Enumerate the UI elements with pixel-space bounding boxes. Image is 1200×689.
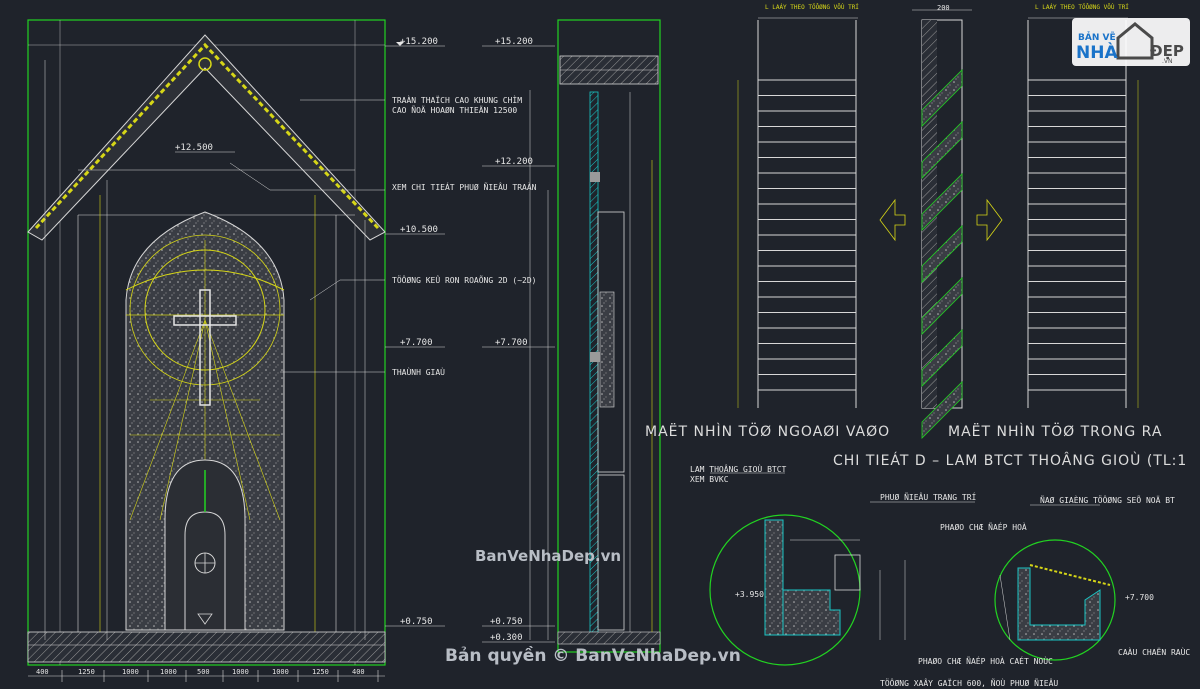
svg-text:PHUØ ÑIEÂU TRANG TRÍ: PHUØ ÑIEÂU TRANG TRÍ: [880, 491, 977, 502]
watermark-site: BanVeNhaDep.vn: [475, 547, 621, 565]
svg-text:CAÀU CHAËN RAÙC: CAÀU CHAËN RAÙC: [1118, 646, 1190, 657]
elevation-mark: +0.750: [482, 617, 555, 627]
cad-drawing-canvas: +15.200 +12.500 +10.500 +7.700 +0.750 40…: [27, 3, 1190, 688]
elevation-mark: +15.200: [482, 37, 555, 47]
detail-title: CHI TIEÁT D – LAM BTCT THOÂNG GIOÙ (TL:1: [833, 451, 1187, 469]
svg-text:LAM THOÂNG GIOÙ BTCT: LAM THOÂNG GIOÙ BTCT: [690, 463, 787, 474]
svg-text:+12.200: +12.200: [495, 157, 533, 167]
svg-text:+10.500: +10.500: [400, 225, 438, 235]
svg-text:+15.200: +15.200: [495, 37, 533, 47]
lattice-outside-view: L LAÁY THEO TÖÔØNG VÔÙ TRÍ: [737, 3, 906, 408]
view-title-outside: MAËT NHÌN TÖØ NGOAØI VAØO: [645, 422, 890, 440]
svg-text:XEM CHI TIEÁT PHUØ ÑIEÂU TRAÀN: XEM CHI TIEÁT PHUØ ÑIEÂU TRAÀN: [392, 181, 537, 192]
facade-elevation: +15.200 +12.500 +10.500 +7.700 +0.750 40…: [27, 19, 445, 682]
dimension-label: 1250: [312, 668, 329, 676]
elevation-mark: +12.200: [482, 157, 555, 167]
svg-text:PHAØO CHÆ ÑAÉP HOÀ: PHAØO CHÆ ÑAÉP HOÀ: [940, 521, 1027, 532]
svg-text:+0.300: +0.300: [490, 633, 523, 643]
svg-text:CAO ÑOÄ HOAØN THIEÄN 12500: CAO ÑOÄ HOAØN THIEÄN 12500: [392, 105, 517, 115]
svg-text:TÖÔØNG XAÂY GAÏCH 600, ÑOÙ PHU: TÖÔØNG XAÂY GAÏCH 600, ÑOÙ PHUØ ÑIEÂU: [880, 677, 1058, 688]
elevation-mark: +15.200: [385, 37, 445, 47]
svg-text:200: 200: [937, 4, 950, 12]
svg-text:.VN: .VN: [1162, 58, 1173, 65]
elevation-mark: +7.700: [482, 338, 555, 348]
detail-callout-left: +3.950 LAM THOÂNG GIOÙ BTCT XEM BVKC PHU…: [690, 463, 977, 666]
dimension-label: 400: [352, 668, 365, 676]
dimension-label: 1000: [160, 668, 177, 676]
svg-text:XEM BVKC: XEM BVKC: [690, 475, 729, 484]
svg-text:NHÀ: NHÀ: [1076, 41, 1118, 63]
svg-text:TRAÀN THAÏCH CAO KHUNG CHÌM: TRAÀN THAÏCH CAO KHUNG CHÌM: [392, 94, 522, 105]
svg-text:PHAØO CHÆ ÑAÉP HOÀ CAÉT NOÙC: PHAØO CHÆ ÑAÉP HOÀ CAÉT NOÙC: [918, 655, 1053, 666]
svg-text:TÖÔØNG KEÛ RON ROAÕNG 2D (~2D): TÖÔØNG KEÛ RON ROAÕNG 2D (~2D): [392, 274, 537, 285]
dimension-label: 1000: [122, 668, 139, 676]
dimension-label: 400: [36, 668, 49, 676]
elevation-mark: +0.300: [482, 633, 555, 643]
svg-text:+12.500: +12.500: [175, 143, 213, 153]
svg-text:+0.750: +0.750: [400, 617, 433, 627]
view-title-inside: MAËT NHÌN TÖØ TRONG RA: [948, 422, 1162, 440]
svg-text:+0.750: +0.750: [490, 617, 523, 627]
site-logo: BẢN VẼ NHÀ ĐẸP .VN: [1072, 18, 1190, 66]
dimension-label: 1000: [272, 668, 289, 676]
lattice-section-view: 200: [912, 4, 1003, 439]
svg-text:BẢN VẼ: BẢN VẼ: [1078, 31, 1116, 43]
svg-text:+7.700: +7.700: [400, 338, 433, 348]
dimension-label: 1000: [232, 668, 249, 676]
svg-text:+15.200: +15.200: [400, 37, 438, 47]
svg-text:L LAÁY THEO TÖÔØNG VÔÙ TRÍ: L LAÁY THEO TÖÔØNG VÔÙ TRÍ: [1035, 3, 1129, 11]
watermark-copyright: Bản quyền © BanVeNhaDep.vn: [445, 645, 741, 666]
svg-text:ÑAØ GIAÈNG TÖÔØNG SEÕ NOÄ BT: ÑAØ GIAÈNG TÖÔØNG SEÕ NOÄ BT: [1040, 494, 1175, 505]
elevation-mark: +0.750: [385, 617, 445, 627]
elevation-mark: +10.500: [385, 225, 445, 235]
bottom-dimension-chain: 400 1250 1000 1000 500 1000 1000 1250 400: [36, 668, 379, 682]
svg-text:L LAÁY THEO TÖÔØNG VÔÙ TRÍ: L LAÁY THEO TÖÔØNG VÔÙ TRÍ: [765, 3, 859, 11]
svg-text:+7.700: +7.700: [495, 338, 528, 348]
detail-callout-right: ÑAØ GIAÈNG TÖÔØNG SEÕ NOÄ BT PHAØO CHÆ Ñ…: [880, 494, 1190, 688]
elevation-mark: +12.500: [175, 143, 235, 153]
dimension-label: 1250: [78, 668, 95, 676]
svg-text:THAÙNH GIAÙ: THAÙNH GIAÙ: [392, 366, 445, 377]
svg-text:+3.950: +3.950: [735, 590, 764, 599]
dimension-label: 500: [197, 668, 210, 676]
svg-text:+7.700: +7.700: [1125, 593, 1154, 602]
elevation-mark: +7.700: [385, 338, 445, 348]
